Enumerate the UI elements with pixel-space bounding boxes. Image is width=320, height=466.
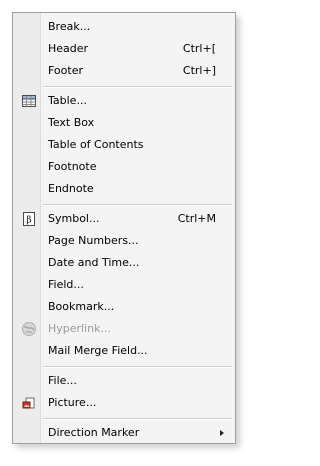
menu-item-label: Mail Merge Field... [48,344,148,357]
hyperlink-icon [21,321,37,337]
table-icon [21,93,37,109]
menu-item-label: Symbol... [48,212,100,225]
menu-item-label: Date and Time... [48,256,140,269]
submenu-arrow-icon [220,430,224,436]
menu-item-label: Footnote [48,160,97,173]
svg-text:β: β [26,216,31,226]
menu-item-label: Page Numbers... [48,234,139,247]
menu-item-footer[interactable]: Footer Ctrl+] [14,60,234,82]
insert-context-menu: Break... Header Ctrl+[ Footer Ctrl+] Tab… [12,12,236,444]
menu-item-direction-marker[interactable]: Direction Marker [14,422,234,444]
menu-item-label: Table... [48,94,87,107]
menu-item-label: Footer [48,64,83,77]
menu-item-table-of-contents[interactable]: Table of Contents [14,134,234,156]
menu-separator [43,418,232,420]
menu-item-page-numbers[interactable]: Page Numbers... [14,230,234,252]
menu-item-hyperlink: Hyperlink... [14,318,234,340]
menu-separator [43,366,232,368]
menu-item-field[interactable]: Field... [14,274,234,296]
menu-item-symbol[interactable]: β Symbol... Ctrl+M [14,208,234,230]
menu-item-bookmark[interactable]: Bookmark... [14,296,234,318]
menu-item-label: Hyperlink... [48,322,111,335]
menu-item-label: Picture... [48,396,97,409]
menu-item-date-and-time[interactable]: Date and Time... [14,252,234,274]
menu-item-label: Break... [48,20,91,33]
menu-item-break[interactable]: Break... [14,16,234,38]
menu-item-file[interactable]: File... [14,370,234,392]
menu-item-shortcut: Ctrl+[ [182,42,216,55]
menu-item-header[interactable]: Header Ctrl+[ [14,38,234,60]
menu-item-label: Endnote [48,182,94,195]
menu-item-picture[interactable]: Picture... [14,392,234,414]
menu-item-label: Bookmark... [48,300,115,313]
menu-item-label: File... [48,374,77,387]
menu-item-footnote[interactable]: Footnote [14,156,234,178]
menu-item-table[interactable]: Table... [14,90,234,112]
menu-item-label: Table of Contents [48,138,144,151]
menu-item-shortcut: Ctrl+M [177,212,216,225]
menu-item-endnote[interactable]: Endnote [14,178,234,200]
menu-item-label: Direction Marker [48,426,140,439]
menu-item-shortcut: Ctrl+] [182,64,216,77]
menu-item-label: Text Box [48,116,95,129]
menu-item-label: Field... [48,278,84,291]
symbol-icon: β [21,211,37,227]
picture-icon [21,395,37,411]
menu-separator [43,204,232,206]
menu-separator [43,86,232,88]
menu-item-label: Header [48,42,89,55]
menu-item-text-box[interactable]: Text Box [14,112,234,134]
menu-item-mail-merge-field[interactable]: Mail Merge Field... [14,340,234,362]
